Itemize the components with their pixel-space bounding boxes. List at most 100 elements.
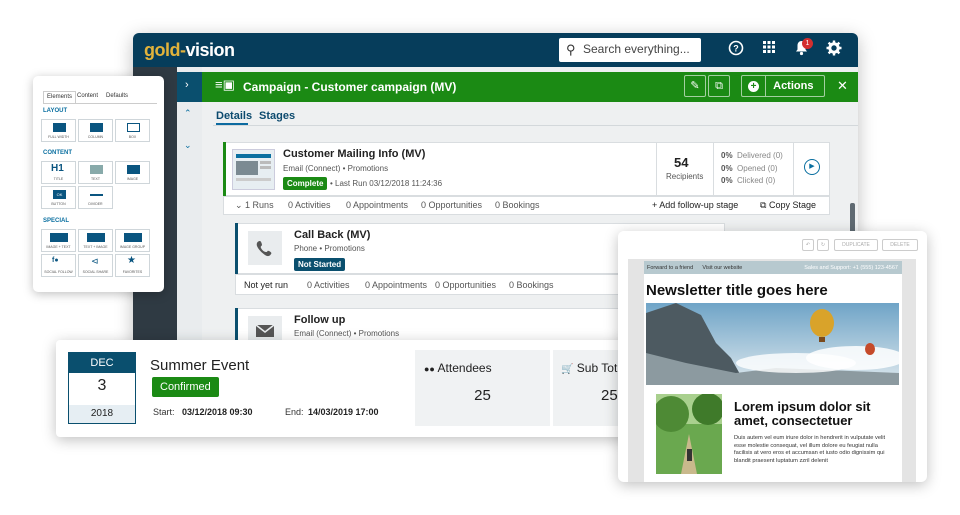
metric-delivered: 0% Delivered (0) [721,151,783,160]
tab-content[interactable]: Content [74,91,101,103]
metric-label: Opened (0) [737,164,778,173]
calendar-year: 2018 [69,405,135,423]
article-body[interactable]: Duis autem vel eum iriure dolor in hendr… [734,435,894,465]
stage-channel: Email (Connect) • Promotions [283,164,388,173]
duplicate-button[interactable]: DUPLICATE [834,239,878,251]
add-followup-button[interactable]: + Add follow-up stage [652,200,738,210]
open-external-button[interactable]: ⧉ [708,75,730,97]
tile-image-group[interactable]: IMAGE GROUP [115,229,150,252]
website-link[interactable]: Visit our website [702,265,742,271]
tile-box[interactable]: BOX [115,119,150,142]
button-icon: OK [53,190,66,199]
edit-button[interactable]: ✎ [684,75,706,97]
tab-details[interactable]: Details [216,110,252,122]
tab-divider [213,125,858,126]
divider [713,142,714,196]
copy-stage-button[interactable]: ⧉ Copy Stage [760,200,816,211]
chevron-up-icon[interactable]: ⌃ [184,108,192,119]
channel-text: Email (Connect) [294,329,352,338]
metric-clicked: 0% Clicked (0) [721,176,775,185]
search-input[interactable]: ⚲ Search everything... [559,38,701,62]
status-badge: Not Started [294,258,346,271]
section-content: CONTENT [43,150,72,156]
metric-opened: 0% Opened (0) [721,164,777,173]
activities-link[interactable]: 0 Activities [288,200,331,210]
elements-panel: Elements Content Defaults LAYOUT FULL WI… [33,76,164,292]
share-icon: ⊲ [91,256,99,266]
pencil-icon: ✎ [690,80,700,92]
undo-icon[interactable]: ↶ [802,239,814,251]
app-logo[interactable]: gold-vision [144,40,235,61]
close-icon[interactable]: ✕ [837,78,848,94]
bookings-link[interactable]: 0 Bookings [495,200,540,210]
newsletter-page: Forward to a friend Visit our website Sa… [644,261,902,482]
appointments-link[interactable]: 0 Appointments [346,200,408,210]
end-label: End: [285,407,304,417]
article-heading[interactable]: Lorem ipsum dolor sit amet, consectetuer [734,400,894,428]
gear-icon[interactable] [825,40,843,60]
newsletter-title[interactable]: Newsletter title goes here [646,282,828,299]
run-icon[interactable]: ▶ [804,159,820,175]
title-icon: H1 [51,163,64,174]
help-icon[interactable]: ? [727,40,745,60]
tile-text[interactable]: TEXT [78,161,113,184]
tab-stages[interactable]: Stages [259,110,295,122]
runs-toggle[interactable]: ⌄ 1 Runs [235,200,274,211]
chevron-down-icon[interactable]: ⌄ [184,140,192,151]
box-icon [127,123,140,132]
recipients-label: Recipients [666,172,704,181]
stage-title: Customer Mailing Info (MV) [283,148,426,160]
category-text: • Promotions [342,164,389,173]
tile-label: SOCIAL SHARE [82,270,109,274]
tile-full-width[interactable]: FULL WIDTH [41,119,76,142]
divider [656,142,657,196]
search-icon: ⚲ [566,42,576,57]
tile-social-follow[interactable]: f● SOCIAL FOLLOW [41,254,76,277]
tile-social-share[interactable]: ⊲ SOCIAL SHARE [78,254,113,277]
activities-link[interactable]: 0 Activities [307,280,350,290]
forward-link[interactable]: Forward to a friend [647,265,693,271]
campaign-title: Campaign - Customer campaign (MV) [243,80,457,94]
recipients-count: 54 [674,155,689,170]
logo-gold: gold [144,40,181,60]
subtotal-label: Sub Tot [576,361,618,375]
redo-icon[interactable]: ↻ [817,239,829,251]
column-icon [90,123,103,132]
tile-image-text[interactable]: IMAGE + TEXT [41,229,76,252]
tile-button[interactable]: OK BUTTON [41,186,76,209]
channel-text: Phone [294,244,318,253]
apps-grid-icon[interactable] [760,40,778,58]
tile-divider[interactable]: DIVIDER [78,186,113,209]
tile-title[interactable]: H1 TITLE [41,161,76,184]
forest-image[interactable] [656,394,722,474]
tab-elements[interactable]: Elements [43,91,77,103]
bookings-link[interactable]: 0 Bookings [509,280,554,290]
attendees-label: Attendees [437,361,492,375]
notification-badge: 1 [802,38,813,49]
expand-panel[interactable] [177,72,202,102]
tile-text-image[interactable]: TEXT + IMAGE [78,229,113,252]
appointments-link[interactable]: 0 Appointments [365,280,427,290]
event-card[interactable]: DEC 3 2018 Summer Event Confirmed Start:… [56,340,639,437]
svg-text:?: ? [733,44,739,54]
chevron-right-icon[interactable]: › [185,79,189,91]
hero-image[interactable] [646,303,899,385]
tile-image[interactable]: IMAGE [115,161,150,184]
plus-circle-icon: + [748,80,759,92]
opportunities-link[interactable]: 0 Opportunities [435,280,496,290]
tile-label: IMAGE [126,177,139,181]
attendees-count: 25 [474,387,491,404]
subtotal-value: 25 [601,387,618,404]
support-contact: Sales and Support: +1 (555) 123-4567 [804,265,898,271]
copy-stage-label: Copy Stage [768,200,816,210]
opportunities-link[interactable]: 0 Opportunities [421,200,482,210]
tab-defaults[interactable]: Defaults [103,91,131,103]
delete-button[interactable]: DELETE [882,239,918,251]
search-placeholder: Search everything... [583,42,690,56]
calendar-month: DEC [69,353,135,373]
tile-favorites[interactable]: ★ FAVORITES [115,254,150,277]
metric-pct: 0% [721,176,733,185]
actions-button[interactable]: + Actions ▼ [741,75,825,111]
tile-column[interactable]: COLUMN [78,119,113,142]
image-group-icon [124,233,142,242]
